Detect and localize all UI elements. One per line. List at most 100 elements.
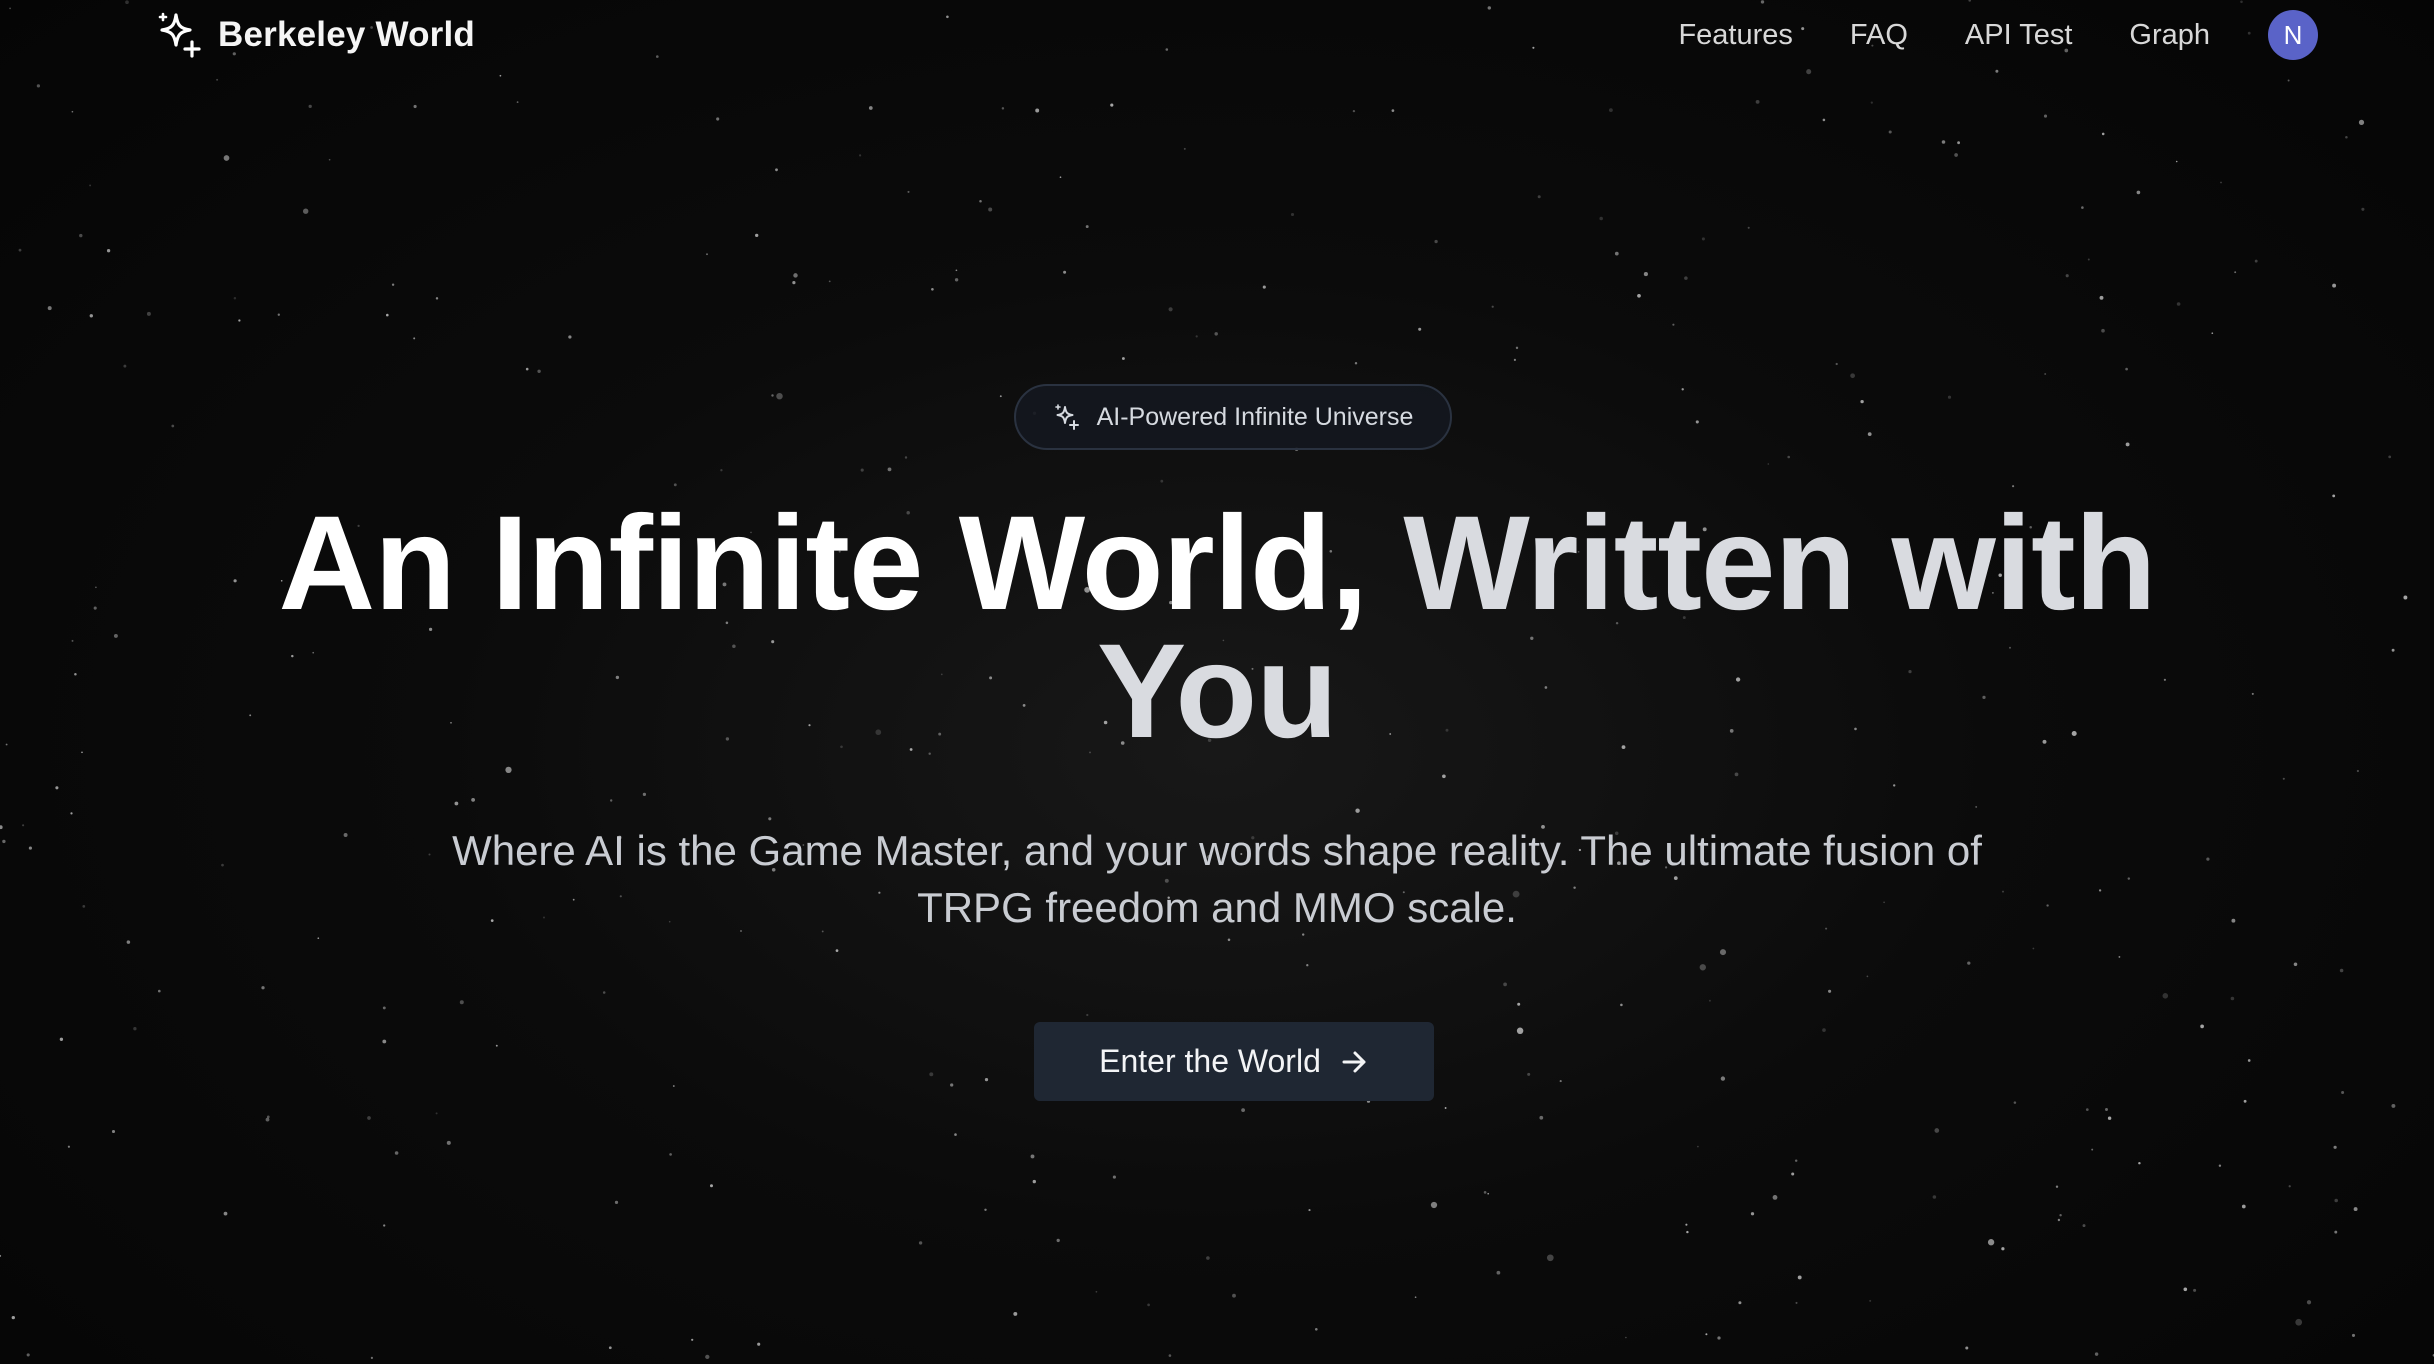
star xyxy=(835,949,839,952)
star xyxy=(1513,358,1516,361)
star xyxy=(1227,938,1231,942)
star xyxy=(568,335,572,339)
star xyxy=(2358,119,2365,126)
star xyxy=(413,337,416,340)
star xyxy=(1705,1333,1708,1336)
star xyxy=(828,280,831,283)
star xyxy=(2098,889,2102,892)
star xyxy=(71,639,74,642)
star xyxy=(1537,195,1541,199)
star xyxy=(1860,399,1864,404)
enter-world-button-label: Enter the World xyxy=(1099,1043,1321,1079)
star xyxy=(1121,357,1125,360)
enter-world-button[interactable]: Enter the World xyxy=(1034,1022,1434,1101)
avatar-initial: N xyxy=(2283,19,2303,50)
star xyxy=(793,273,798,278)
star xyxy=(776,392,783,400)
star xyxy=(1794,1159,1798,1162)
star xyxy=(1546,1254,1554,1262)
star xyxy=(1487,1192,1490,1195)
star xyxy=(1483,1191,1487,1194)
star xyxy=(1686,1230,1689,1234)
star xyxy=(2391,648,2395,652)
star xyxy=(642,792,647,797)
star xyxy=(954,1133,957,1136)
star xyxy=(775,168,778,172)
sparkles-icon xyxy=(1054,404,1079,430)
star xyxy=(1708,999,1711,1002)
star xyxy=(1734,772,1739,777)
star xyxy=(2183,1287,2188,1292)
user-avatar[interactable]: N xyxy=(2268,10,2318,60)
star xyxy=(1637,293,1641,298)
star xyxy=(2057,1218,2061,1222)
star xyxy=(1672,323,1675,326)
star xyxy=(2094,1352,2099,1356)
star xyxy=(55,786,59,790)
main-nav: Features FAQ API Test Graph N xyxy=(1621,10,2318,60)
star xyxy=(710,1184,713,1188)
star xyxy=(93,606,97,610)
star xyxy=(1308,1209,1311,1212)
nav-features-link[interactable]: Features xyxy=(1678,19,1792,52)
star xyxy=(106,249,111,253)
star xyxy=(1684,276,1688,280)
star xyxy=(1620,1003,1623,1007)
star xyxy=(984,1077,989,1082)
star xyxy=(1717,1336,1721,1340)
star xyxy=(370,1356,373,1359)
star xyxy=(1262,285,1266,289)
star xyxy=(2356,769,2360,773)
star xyxy=(2105,1108,2108,1111)
star xyxy=(1496,1270,1501,1275)
star xyxy=(2361,207,2365,211)
star xyxy=(1160,479,1164,483)
star xyxy=(755,233,759,238)
star xyxy=(2101,132,2105,136)
star xyxy=(929,1072,934,1077)
star xyxy=(525,367,529,371)
star xyxy=(1893,784,1896,787)
star xyxy=(367,1116,371,1120)
star xyxy=(1110,103,1114,107)
star xyxy=(2332,283,2337,288)
star xyxy=(2044,373,2047,375)
star xyxy=(1032,1179,1036,1184)
star xyxy=(18,248,22,252)
star xyxy=(317,937,320,940)
brand-logo-link[interactable]: Berkeley World xyxy=(154,8,475,62)
star xyxy=(89,314,93,318)
star xyxy=(792,281,796,285)
star xyxy=(2391,1103,2396,1108)
star xyxy=(1168,307,1173,312)
star xyxy=(382,1039,387,1044)
star xyxy=(26,1353,30,1357)
star xyxy=(2065,274,2069,278)
star xyxy=(133,1027,137,1031)
star xyxy=(1059,176,1062,179)
star xyxy=(394,1151,399,1155)
star xyxy=(1822,1028,1826,1032)
star xyxy=(1352,109,1356,113)
star xyxy=(1932,1195,1937,1199)
nav-graph-link[interactable]: Graph xyxy=(2129,19,2210,52)
star xyxy=(2332,494,2336,498)
star xyxy=(1430,1201,1438,1209)
nav-faq-link[interactable]: FAQ xyxy=(1850,19,1908,52)
star xyxy=(2211,332,2214,335)
star xyxy=(1957,141,1960,145)
sparkles-icon xyxy=(158,12,201,58)
star xyxy=(1822,118,1826,122)
star xyxy=(2206,857,2210,861)
star xyxy=(1934,1128,1940,1133)
star xyxy=(146,311,151,316)
star xyxy=(302,208,309,214)
star xyxy=(343,833,348,837)
star xyxy=(2059,1214,2062,1217)
star xyxy=(1063,270,1067,274)
star xyxy=(907,190,910,193)
star xyxy=(979,200,982,203)
star xyxy=(82,905,86,908)
star xyxy=(1112,1175,1116,1179)
nav-api-test-link[interactable]: API Test xyxy=(1965,19,2072,52)
